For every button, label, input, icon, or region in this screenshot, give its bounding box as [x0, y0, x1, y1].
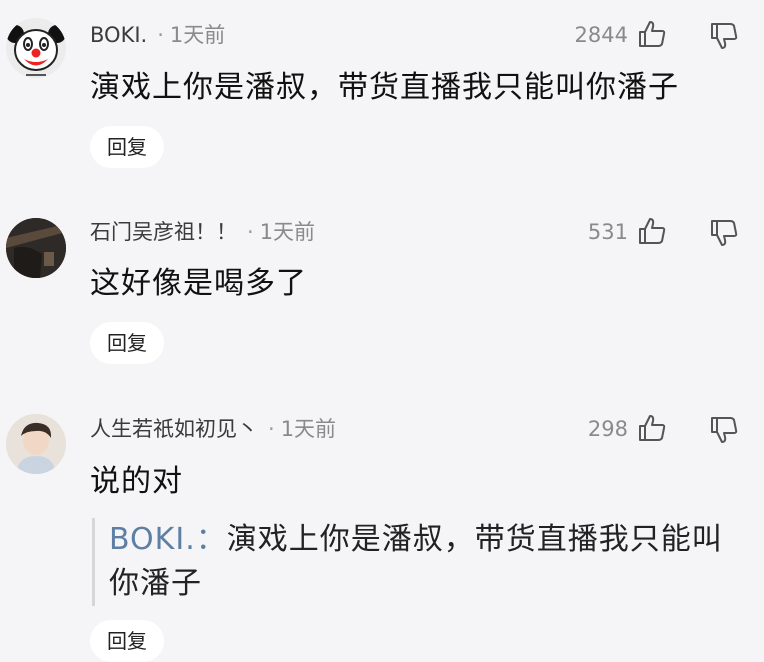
reply-button[interactable]: 回复 — [90, 620, 164, 662]
separator-dot: · — [268, 417, 275, 441]
comment-author[interactable]: 石门吴彦祖！！ · 1天前 — [90, 217, 315, 247]
dark-photo-icon — [6, 218, 66, 278]
thumbs-up-icon[interactable] — [637, 19, 667, 49]
comment-time: 1天前 — [259, 220, 316, 244]
username-text[interactable]: 人生若祇如初见丶 — [90, 417, 258, 441]
like-count: 298 — [587, 417, 628, 441]
user-avatar[interactable] — [6, 18, 66, 78]
clown-face-icon — [6, 25, 66, 76]
username-text[interactable]: 石门吴彦祖！！ — [90, 220, 237, 244]
quoted-reply[interactable]: BOKI.：演戏上你是潘叔，带货直播我只能叫你潘子 — [92, 518, 749, 606]
reply-button[interactable]: 回复 — [90, 322, 164, 364]
thumbs-down-icon[interactable] — [709, 415, 739, 445]
comment-text: 演戏上你是潘叔，带货直播我只能叫你潘子 — [90, 70, 679, 105]
quote-separator: ： — [195, 522, 227, 557]
thumbs-down-icon[interactable] — [709, 21, 739, 51]
user-avatar[interactable] — [6, 414, 66, 474]
thumbs-up-icon[interactable] — [637, 216, 667, 246]
like-count: 2844 — [574, 23, 628, 47]
comment-text: 说的对 — [90, 464, 183, 499]
comment-text: 这好像是喝多了 — [90, 266, 307, 301]
comment-author[interactable]: 人生若祇如初见丶 · 1天前 — [90, 414, 336, 444]
reply-button[interactable]: 回复 — [90, 126, 164, 168]
comment-time: 1天前 — [169, 23, 226, 47]
separator-dot: · — [247, 220, 254, 244]
comment-author[interactable]: BOKI. · 1天前 — [90, 20, 225, 50]
separator-dot: · — [157, 23, 164, 47]
comment-time: 1天前 — [280, 417, 337, 441]
quote-author[interactable]: BOKI. — [109, 522, 196, 557]
thumbs-down-icon[interactable] — [709, 218, 739, 248]
username-text[interactable]: BOKI. — [90, 23, 147, 47]
thumbs-up-icon[interactable] — [637, 413, 667, 443]
person-photo-icon — [6, 414, 66, 474]
like-count: 531 — [587, 220, 628, 244]
user-avatar[interactable] — [6, 218, 66, 278]
